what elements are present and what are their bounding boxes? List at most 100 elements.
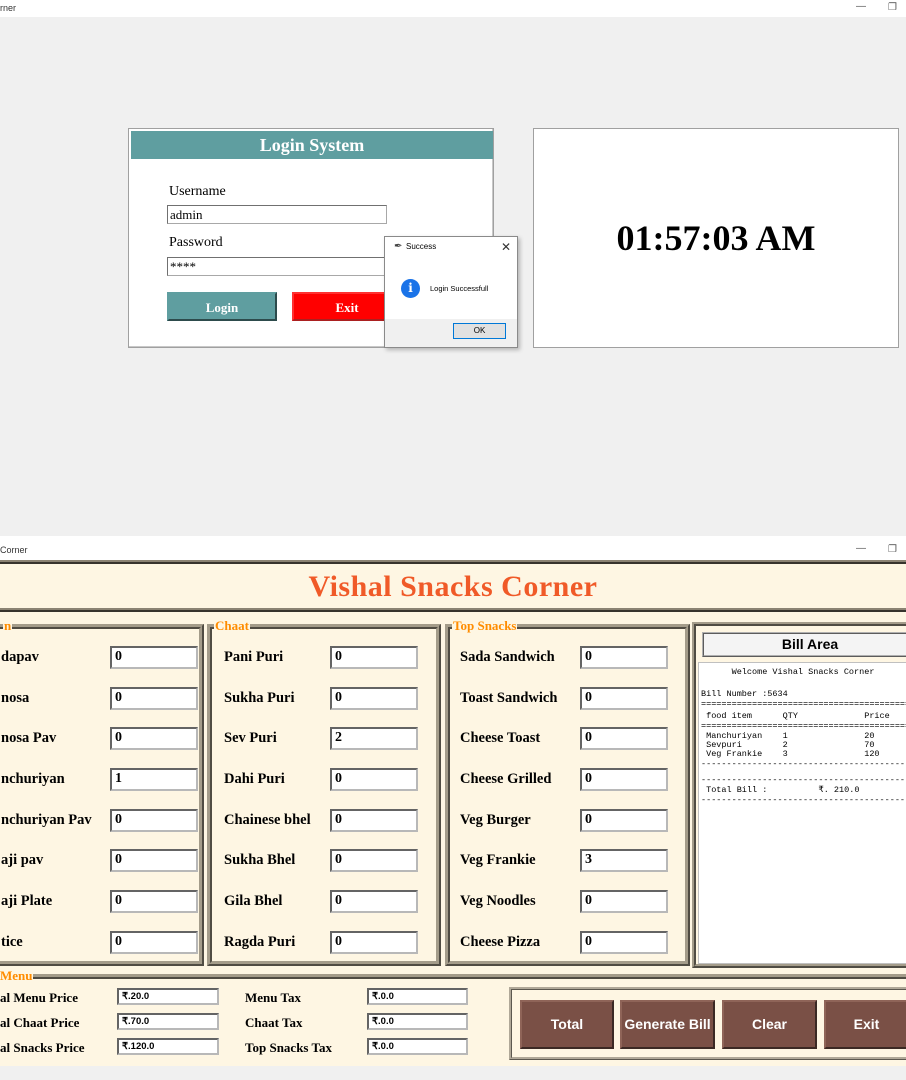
login-button[interactable]: Login <box>167 292 277 321</box>
restore-icon[interactable]: ❐ <box>888 2 897 13</box>
password-label: Password <box>169 235 223 250</box>
clock-panel: 01:57:03 AM <box>533 128 899 348</box>
top-snacks-qty-input[interactable]: 0 <box>580 646 668 669</box>
menu-item-label: nchuriyan <box>1 771 65 787</box>
total-chaat-price-field[interactable]: ₹.70.0 <box>117 1013 219 1030</box>
top-snacks-qty-input[interactable]: 3 <box>580 849 668 872</box>
generate-bill-button[interactable]: Generate Bill <box>620 1000 715 1049</box>
top-snacks-qty-input[interactable]: 0 <box>580 727 668 750</box>
success-dialog: ✒ Success ✕ i Login Successfull OK <box>384 236 518 348</box>
chaat-item-label: Gila Bhel <box>224 893 283 909</box>
bill-line: Welcome Vishal Snacks Corner <box>701 667 875 677</box>
dialog-message: Login Successfull <box>430 284 489 293</box>
chaat-qty-input[interactable]: 0 <box>330 768 418 791</box>
chaat-tax-field[interactable]: ₹.0.0 <box>367 1013 468 1030</box>
menu-item-label: nosa Pav <box>1 730 57 746</box>
top-snacks-item-label: Veg Burger <box>460 812 531 828</box>
chaat-qty-input[interactable]: 0 <box>330 687 418 710</box>
feather-icon: ✒ <box>394 241 403 252</box>
menu-qty-input[interactable]: 0 <box>110 727 198 750</box>
bill-line: ----------------------------------------… <box>701 775 906 785</box>
dialog-body: i Login Successfull <box>385 259 517 319</box>
bill-line: ========================================… <box>701 699 906 709</box>
app-heading: Vishal Snacks Corner <box>308 570 598 603</box>
chaat-item-label: Ragda Puri <box>224 934 296 950</box>
bill-line: ========================================… <box>701 721 906 731</box>
chaat-item-label: Pani Puri <box>224 649 284 665</box>
top-snacks-qty-input[interactable]: 0 <box>580 687 668 710</box>
minimize-icon[interactable]: — <box>856 1 866 12</box>
dialog-title: Success <box>406 242 437 251</box>
menu-item-label: nchuriyan Pav <box>1 812 92 828</box>
chaat-qty-input[interactable]: 0 <box>330 849 418 872</box>
username-input[interactable]: admin <box>167 205 387 224</box>
chaat-qty-input[interactable]: 0 <box>330 890 418 913</box>
menu-qty-input[interactable]: 0 <box>110 687 198 710</box>
chaat-item-label: Chainese bhel <box>224 812 311 828</box>
bill-menu-title: Menu <box>0 968 33 984</box>
exit-button[interactable]: Exit <box>824 1000 906 1049</box>
menu-group-title: n <box>3 618 13 634</box>
menu-item-label: aji Plate <box>1 893 53 909</box>
top-snacks-item-label: Veg Noodles <box>460 893 536 909</box>
top-snacks-item-label: Cheese Grilled <box>460 771 552 787</box>
chaat-qty-input[interactable]: 2 <box>330 727 418 750</box>
menu-qty-input[interactable]: 0 <box>110 931 198 954</box>
total-menu-price-field[interactable]: ₹.20.0 <box>117 988 219 1005</box>
total-chaat-price-label: al Chaat Price <box>0 1015 80 1030</box>
bill-area-title: Bill Area <box>702 632 906 657</box>
top-snacks-item-label: Sada Sandwich <box>460 649 555 665</box>
chaat-qty-input[interactable]: 0 <box>330 931 418 954</box>
password-input[interactable]: **** <box>167 257 387 276</box>
bill-line: ----------------------------------------… <box>701 759 906 769</box>
minimize-icon[interactable]: — <box>856 543 866 554</box>
bill-line: ----------------------------------------… <box>701 795 906 805</box>
chaat-group: Chaat Pani Puri 0 Sukha Puri 0 Sev Puri … <box>207 618 441 966</box>
chaat-qty-input[interactable]: 0 <box>330 646 418 669</box>
chaat-item-label: Sukha Bhel <box>224 852 296 868</box>
bill-menu-section: Menu al Menu Price ₹.20.0 al Chaat Price… <box>0 968 906 1062</box>
total-snacks-price-field[interactable]: ₹.120.0 <box>117 1038 219 1055</box>
chaat-item-label: Sukha Puri <box>224 690 295 706</box>
top-snacks-group-title: Top Snacks <box>452 618 518 634</box>
menu-item-label: nosa <box>1 690 30 706</box>
menu-tax-field[interactable]: ₹.0.0 <box>367 988 468 1005</box>
chaat-qty-input[interactable]: 0 <box>330 809 418 832</box>
bill-textarea[interactable]: Welcome Vishal Snacks Corner Bill Number… <box>698 662 906 964</box>
snacks-window-titlebar: Corner — ❐ <box>0 542 906 560</box>
bill-line: Veg Frankie 3 120 <box>701 749 880 759</box>
clear-button[interactable]: Clear <box>722 1000 817 1049</box>
chaat-tax-label: Chaat Tax <box>245 1015 303 1030</box>
clock-display: 01:57:03 AM <box>616 218 816 258</box>
close-icon[interactable]: ✕ <box>501 240 511 254</box>
snacks-app: Vishal Snacks Corner n dapav 0 nosa 0 no… <box>0 560 906 1066</box>
username-label: Username <box>169 184 226 199</box>
top-snacks-tax-field[interactable]: ₹.0.0 <box>367 1038 468 1055</box>
menu-qty-input[interactable]: 1 <box>110 768 198 791</box>
login-window-titlebar: rner — ❐ <box>0 0 906 17</box>
menu-qty-input[interactable]: 0 <box>110 646 198 669</box>
action-buttons: Total Generate Bill Clear Exit <box>509 987 906 1060</box>
top-snacks-qty-input[interactable]: 0 <box>580 931 668 954</box>
total-menu-price-label: al Menu Price <box>0 990 78 1005</box>
menu-qty-input[interactable]: 0 <box>110 849 198 872</box>
chaat-group-title: Chaat <box>214 618 250 634</box>
ok-button[interactable]: OK <box>453 323 506 339</box>
dialog-titlebar: ✒ Success ✕ <box>385 237 517 259</box>
snacks-window: Corner — ❐ Vishal Snacks Corner n dapav … <box>0 542 906 1080</box>
menu-item-label: tice <box>1 934 23 950</box>
top-snacks-item-label: Toast Sandwich <box>460 690 558 706</box>
total-button[interactable]: Total <box>520 1000 614 1049</box>
top-snacks-qty-input[interactable]: 0 <box>580 890 668 913</box>
info-icon: i <box>401 279 420 298</box>
top-snacks-qty-input[interactable]: 0 <box>580 768 668 791</box>
menu-qty-input[interactable]: 0 <box>110 809 198 832</box>
top-snacks-item-label: Veg Frankie <box>460 852 536 868</box>
bill-panel: Bill Area Welcome Vishal Snacks Corner B… <box>692 622 906 968</box>
total-snacks-price-label: al Snacks Price <box>0 1040 85 1055</box>
top-snacks-qty-input[interactable]: 0 <box>580 809 668 832</box>
login-panel-title: Login System <box>131 131 493 159</box>
restore-icon[interactable]: ❐ <box>888 544 897 555</box>
menu-qty-input[interactable]: 0 <box>110 890 198 913</box>
menu-item-label: dapav <box>1 649 39 665</box>
